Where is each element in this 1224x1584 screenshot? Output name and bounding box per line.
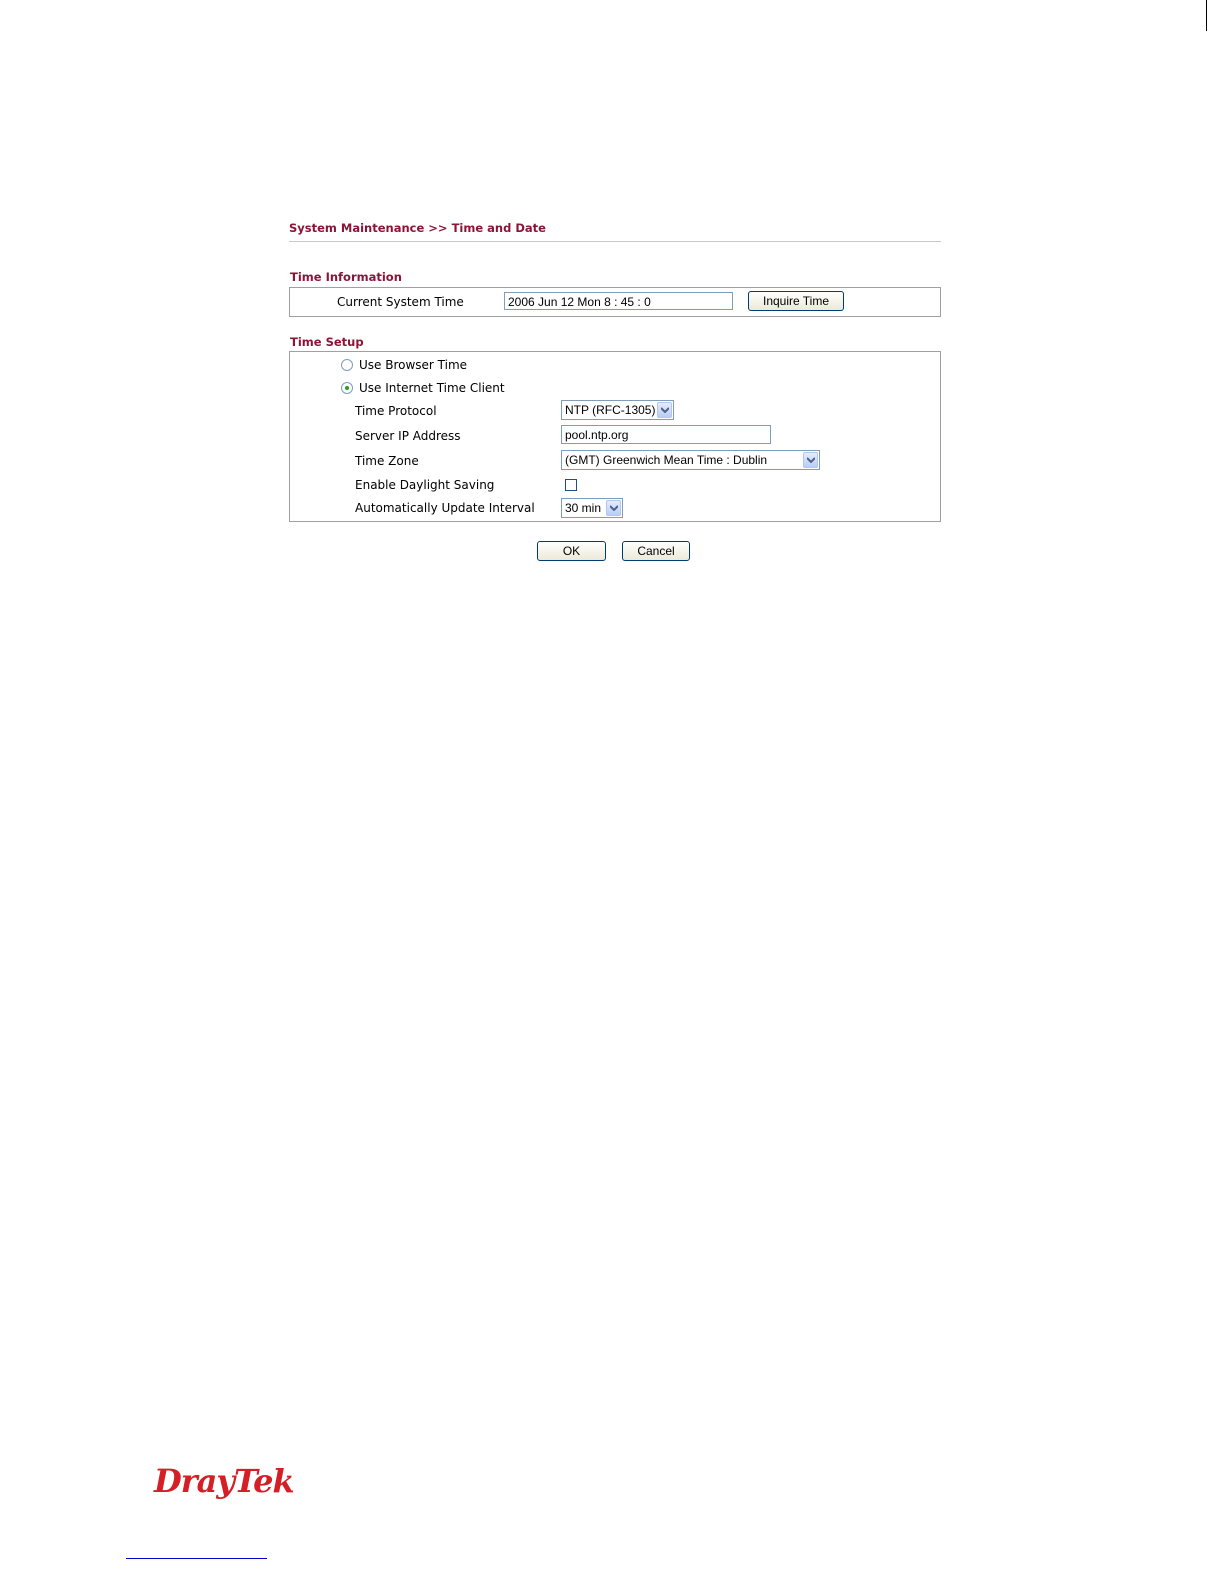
update-interval-select[interactable]: 30 min (561, 498, 623, 518)
radio-selected-dot (345, 386, 349, 390)
divider (289, 241, 941, 242)
time-zone-select[interactable]: (GMT) Greenwich Mean Time : Dublin (561, 450, 820, 470)
time-setup-title: Time Setup (290, 335, 364, 349)
use-internet-time-radio[interactable] (341, 382, 353, 394)
use-browser-time-label: Use Browser Time (359, 358, 468, 372)
time-protocol-label: Time Protocol (355, 404, 437, 418)
current-system-time-label: Current System Time (337, 295, 464, 309)
use-browser-time-radio[interactable] (341, 359, 353, 371)
time-information-title: Time Information (290, 270, 402, 284)
time-zone-value: (GMT) Greenwich Mean Time : Dublin (565, 453, 768, 467)
cancel-button[interactable]: Cancel (622, 541, 690, 561)
daylight-saving-checkbox[interactable] (565, 479, 577, 491)
chevron-down-icon (657, 402, 672, 418)
breadcrumb: System Maintenance >> Time and Date (289, 221, 546, 235)
use-internet-time-label: Use Internet Time Client (359, 381, 505, 395)
page-edge-line (1206, 0, 1207, 31)
update-interval-value: 30 min (565, 501, 602, 515)
time-setup-panel: Use Browser Time Use Internet Time Clien… (289, 351, 941, 522)
inquire-time-button[interactable]: Inquire Time (748, 291, 844, 311)
server-ip-label: Server IP Address (355, 429, 461, 443)
time-protocol-select[interactable]: NTP (RFC-1305) (561, 400, 674, 420)
time-protocol-value: NTP (RFC-1305) (565, 403, 656, 417)
chevron-down-icon (803, 452, 818, 468)
footer-link-underline (126, 1558, 267, 1559)
daylight-saving-label: Enable Daylight Saving (355, 478, 495, 492)
time-zone-label: Time Zone (355, 454, 419, 468)
update-interval-label: Automatically Update Interval (355, 501, 535, 515)
draytek-logo: DrayTek (154, 1462, 295, 1500)
current-system-time-field[interactable]: 2006 Jun 12 Mon 8 : 45 : 0 (504, 292, 733, 310)
time-information-panel: Current System Time 2006 Jun 12 Mon 8 : … (289, 287, 941, 317)
chevron-down-icon (606, 500, 621, 516)
server-ip-input[interactable]: pool.ntp.org (561, 425, 771, 444)
ok-button[interactable]: OK (537, 541, 606, 561)
